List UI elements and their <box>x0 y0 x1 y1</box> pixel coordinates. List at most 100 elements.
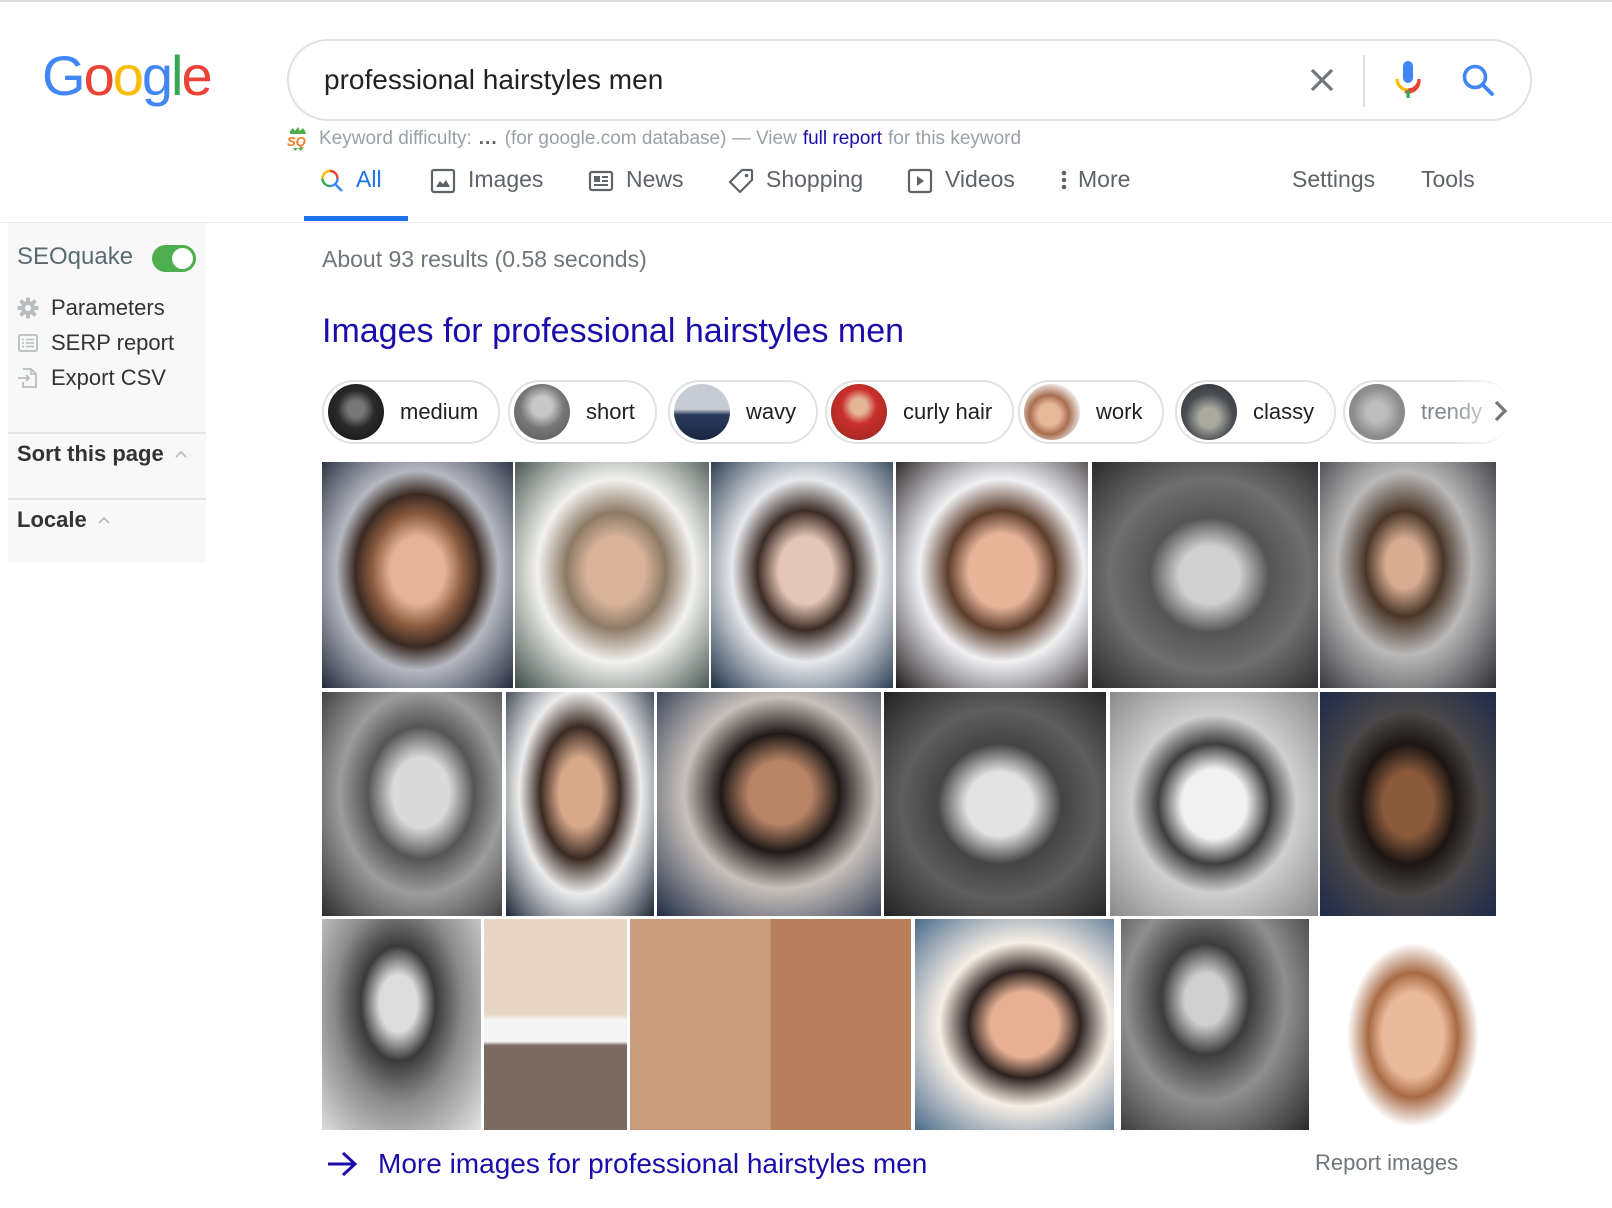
sort-this-page-toggle[interactable]: Sort this page <box>17 441 188 467</box>
chip-work[interactable]: work <box>1018 380 1165 444</box>
image-result[interactable] <box>484 919 627 1130</box>
list-icon <box>18 334 38 352</box>
logo-letter: G <box>42 44 86 107</box>
chip-classy[interactable]: classy <box>1175 380 1337 444</box>
tab-more[interactable]: More <box>1058 160 1130 222</box>
image-result[interactable] <box>322 692 502 916</box>
clear-search-button[interactable] <box>1305 63 1339 97</box>
logo-letter: o <box>83 44 115 107</box>
sidebar-item-export-csv[interactable]: Export CSV <box>17 365 166 391</box>
chip-wavy[interactable]: wavy <box>668 380 819 444</box>
tab-videos[interactable]: Videos <box>907 160 1015 222</box>
section-label: Locale <box>17 507 87 532</box>
more-vert-icon <box>1061 170 1067 190</box>
image-result[interactable] <box>657 692 881 916</box>
images-section-heading[interactable]: Images for professional hairstyles men <box>322 312 904 351</box>
image-result[interactable] <box>322 919 481 1130</box>
search-input[interactable] <box>324 59 1254 101</box>
image-result[interactable] <box>1320 462 1496 688</box>
image-result[interactable] <box>1110 692 1318 916</box>
keyword-difficulty-value: ... <box>478 128 498 149</box>
sidebar-item-parameters[interactable]: Parameters <box>17 295 165 321</box>
chip-short[interactable]: short <box>508 380 657 444</box>
image-result[interactable] <box>915 919 1114 1130</box>
search-divider <box>1363 55 1365 107</box>
active-tab-indicator <box>304 216 408 221</box>
voice-search-button[interactable] <box>1391 59 1425 103</box>
mic-icon <box>1395 61 1421 98</box>
chip-thumbnail <box>514 384 570 440</box>
export-icon <box>18 368 37 388</box>
arrow-right-icon <box>328 1151 358 1177</box>
chevron-up-icon <box>175 450 187 458</box>
play-icon <box>907 168 933 194</box>
locale-toggle[interactable]: Locale <box>17 507 111 533</box>
more-images-link[interactable]: More images for professional hairstyles … <box>326 1148 927 1180</box>
logo-letter: g <box>141 44 173 107</box>
search-icon <box>1462 64 1494 96</box>
tab-shopping[interactable]: Shopping <box>728 160 863 222</box>
chevron-up-icon <box>98 516 110 524</box>
image-result[interactable] <box>884 692 1106 916</box>
image-result[interactable] <box>515 462 709 688</box>
sidebar-item-label: Parameters <box>51 295 165 320</box>
logo-letter: l <box>171 44 184 107</box>
tab-label: All <box>356 166 382 192</box>
tab-all[interactable]: All <box>320 160 382 222</box>
image-result[interactable] <box>1330 919 1496 1130</box>
tab-label: More <box>1078 166 1131 192</box>
image-result[interactable] <box>506 692 654 916</box>
tag-icon <box>728 168 754 194</box>
sidebar-item-serp-report[interactable]: SERP report <box>17 330 174 356</box>
chip-medium[interactable]: medium <box>322 380 501 444</box>
image-result[interactable] <box>1092 462 1318 688</box>
settings-label: Settings <box>1292 166 1376 192</box>
sidebar-item-label: Export CSV <box>51 365 166 390</box>
chip-label: wavy <box>746 399 797 424</box>
logo-letter: o <box>112 44 144 107</box>
search-submit-button[interactable] <box>1459 61 1499 101</box>
chip-thumbnail <box>1181 384 1237 440</box>
seoquake-title: SEOquake <box>17 243 134 270</box>
tools-link[interactable]: Tools <box>1421 160 1475 222</box>
settings-link[interactable]: Settings <box>1292 160 1375 222</box>
chip-thumbnail <box>328 384 384 440</box>
chip-curly-hair[interactable]: curly hair <box>825 380 1015 444</box>
tab-label: Videos <box>945 166 1015 192</box>
more-images-label: More images for professional hairstyles … <box>378 1148 928 1179</box>
chip-thumbnail <box>674 384 730 440</box>
image-result[interactable] <box>322 462 513 688</box>
chip-label: classy <box>1253 399 1315 424</box>
image-result[interactable] <box>1320 692 1496 916</box>
chips-next-button[interactable] <box>1490 398 1512 424</box>
image-result[interactable] <box>896 462 1088 688</box>
tab-label: Shopping <box>766 166 864 192</box>
newspaper-icon <box>588 170 614 192</box>
chip-trendy[interactable]: trendy <box>1343 380 1513 444</box>
image-result[interactable] <box>1121 919 1309 1130</box>
search-box <box>287 39 1532 121</box>
report-images-link[interactable]: Report images <box>1315 1150 1458 1176</box>
sidebar-divider <box>8 498 206 500</box>
tab-images[interactable]: Images <box>430 160 543 222</box>
sidebar-divider <box>8 432 206 434</box>
tab-news[interactable]: News <box>588 160 684 222</box>
logo-letter: e <box>181 44 212 107</box>
chip-label: trendy <box>1421 399 1483 424</box>
seoquake-keyword-bar: SQ Keyword difficulty: ... (for google.c… <box>287 126 1021 152</box>
google-logo[interactable]: Google <box>42 44 213 107</box>
full-report-link[interactable]: full report <box>803 128 882 150</box>
chip-label: work <box>1096 399 1143 424</box>
result-stats: About 93 results (0.58 seconds) <box>322 246 647 272</box>
tools-label: Tools <box>1421 166 1475 192</box>
close-icon <box>1310 68 1334 92</box>
seoquake-sidebar: SEOquake Parameters SERP report Export C… <box>8 223 206 563</box>
chip-label: short <box>586 399 635 424</box>
chip-thumbnail <box>1349 384 1405 440</box>
tab-label: Images <box>468 166 544 192</box>
image-result[interactable] <box>630 919 911 1130</box>
seoquake-toggle[interactable] <box>152 245 196 272</box>
image-result[interactable] <box>711 462 893 688</box>
chevron-right-icon <box>1494 400 1508 422</box>
keyword-database-note: (for google.com database) — View <box>504 128 797 149</box>
